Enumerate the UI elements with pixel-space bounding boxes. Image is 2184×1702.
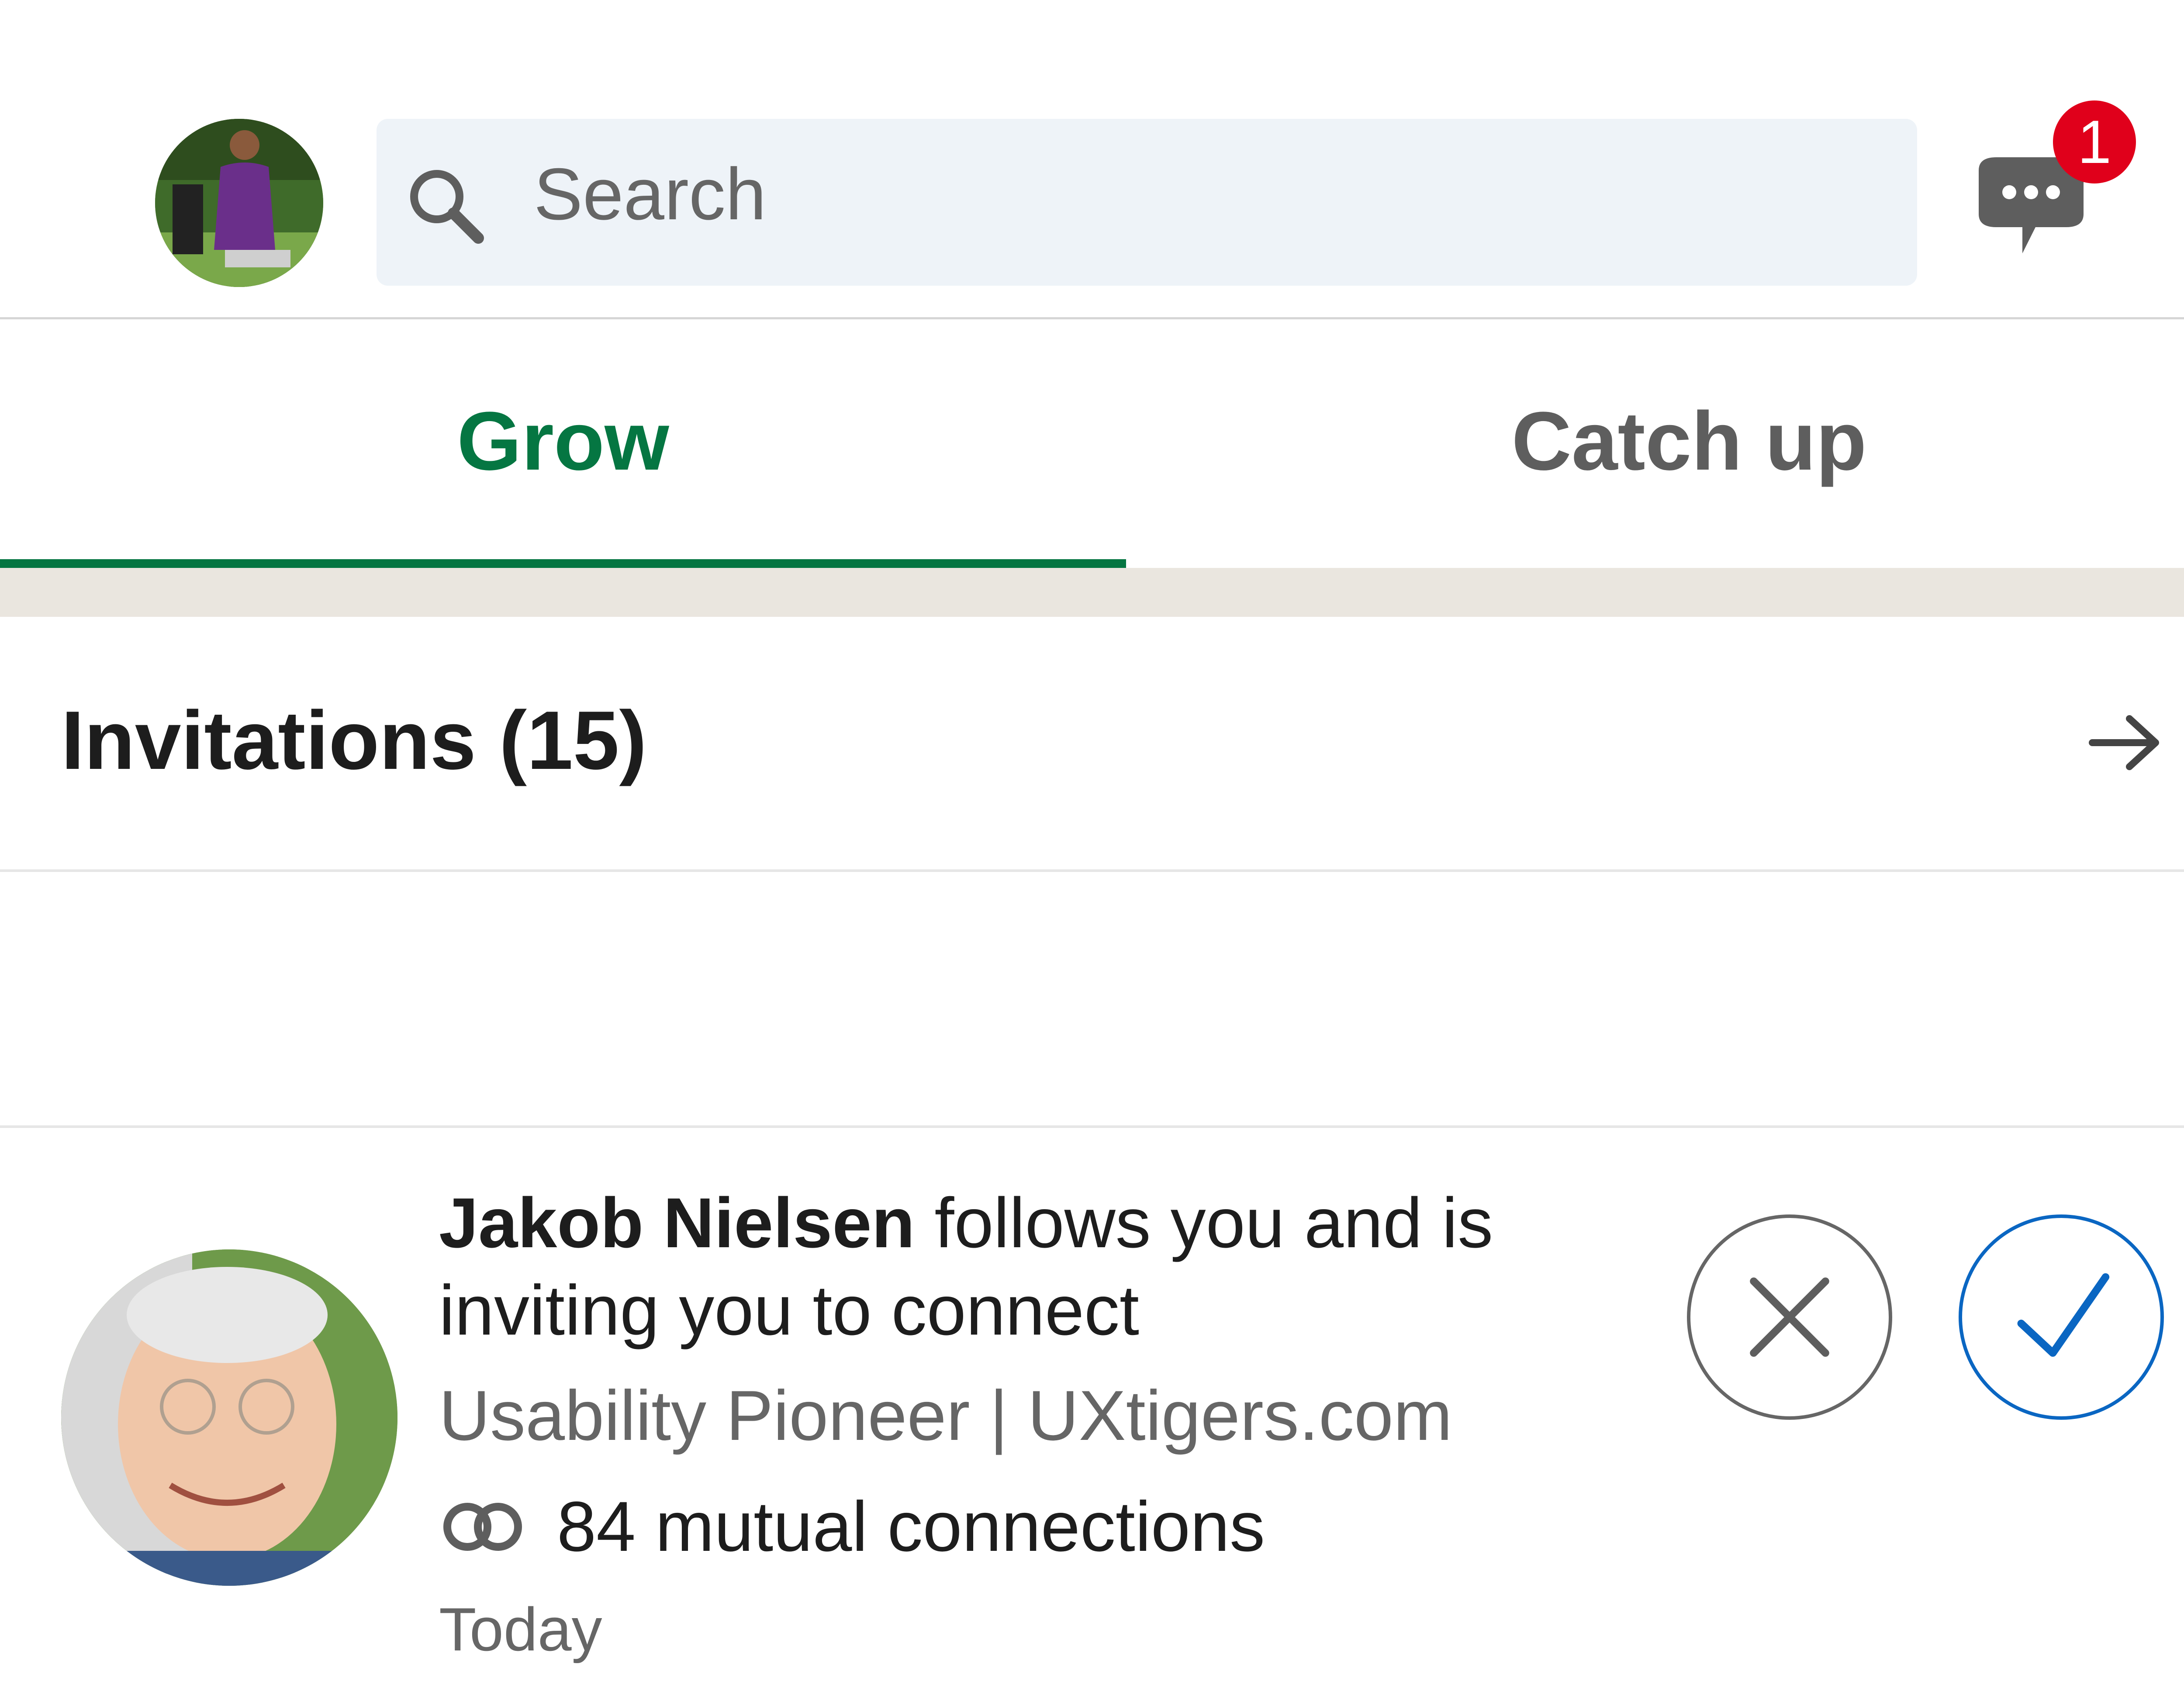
header-divider bbox=[0, 317, 2184, 319]
active-tab-indicator bbox=[0, 559, 1126, 568]
notification-badge: 1 bbox=[2053, 100, 2136, 183]
inviter-avatar[interactable] bbox=[61, 1249, 397, 1586]
mutual-connections-icon bbox=[443, 1503, 522, 1551]
profile-avatar[interactable] bbox=[155, 119, 323, 287]
inviter-name[interactable]: Jakob Nielsen bbox=[439, 1183, 915, 1263]
tab-grow[interactable]: Grow bbox=[0, 393, 1126, 489]
invitation-message[interactable]: Jakob Nielsen follows you and is invitin… bbox=[439, 1180, 1575, 1354]
close-icon bbox=[1750, 1277, 1829, 1357]
divider bbox=[0, 1125, 2184, 1128]
ignore-button[interactable] bbox=[1687, 1214, 1892, 1420]
divider bbox=[0, 869, 2184, 872]
search-icon bbox=[410, 170, 484, 244]
tab-catch-up[interactable]: Catch up bbox=[1126, 393, 2184, 489]
inviter-headline: Usability Pioneer | UXtigers.com bbox=[439, 1376, 1452, 1455]
search-placeholder: Search bbox=[534, 153, 767, 235]
section-separator bbox=[0, 568, 2184, 617]
accept-button[interactable] bbox=[1959, 1214, 2164, 1420]
invitation-time: Today bbox=[439, 1595, 602, 1664]
invitations-title[interactable]: Invitations (15) bbox=[61, 699, 647, 782]
arrow-right-icon[interactable] bbox=[2088, 712, 2162, 773]
mutual-connections-text: 84 mutual connections bbox=[557, 1487, 1265, 1566]
checkmark-icon bbox=[2017, 1273, 2110, 1357]
